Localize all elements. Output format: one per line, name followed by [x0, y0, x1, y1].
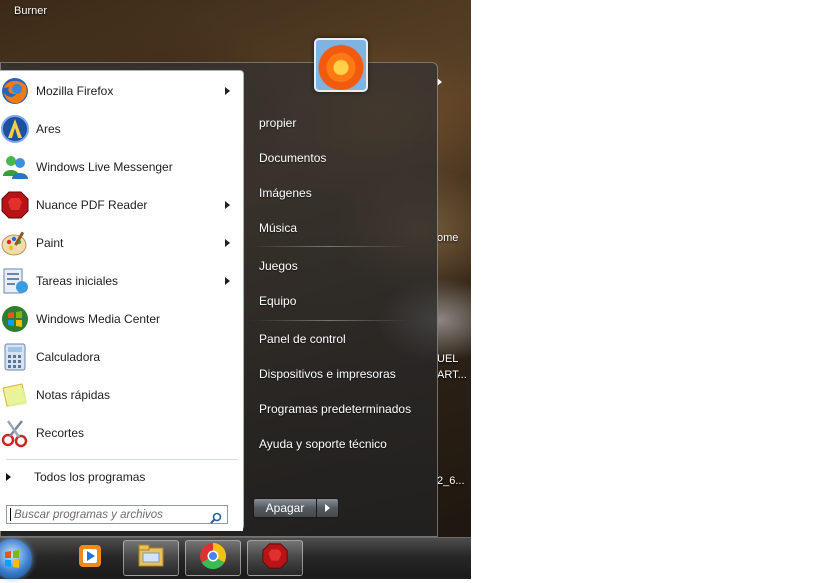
program-label: Ares — [36, 122, 61, 136]
right-item-documents[interactable]: Documentos — [259, 151, 326, 165]
program-ares[interactable]: Ares — [0, 110, 242, 148]
all-programs-button[interactable]: Todos los programas — [0, 465, 242, 489]
program-snipping-tool[interactable]: Recortes — [0, 414, 242, 452]
search-placeholder: Buscar programas y archivos — [14, 508, 163, 521]
right-item-default-programs[interactable]: Programas predeterminados — [259, 402, 411, 416]
program-label: Recortes — [36, 426, 85, 440]
submenu-arrow-icon[interactable] — [225, 239, 230, 247]
user-picture[interactable] — [314, 38, 368, 92]
divider — [6, 459, 238, 460]
desktop-icon-label[interactable]: 2_6... — [437, 475, 465, 487]
program-media-center[interactable]: Windows Media Center — [0, 300, 242, 338]
shutdown-control: Apagar — [253, 498, 339, 518]
desktop-icon-label[interactable]: ART... — [437, 369, 467, 381]
right-item-music[interactable]: Música — [259, 221, 297, 235]
taskbar-media-player[interactable] — [62, 540, 118, 576]
program-label: Nuance PDF Reader — [36, 198, 148, 212]
all-programs-label: Todos los programas — [34, 470, 146, 484]
submenu-arrow-icon[interactable] — [225, 201, 230, 209]
media-player-icon — [76, 542, 104, 574]
program-label: Windows Media Center — [36, 312, 161, 326]
program-paint[interactable]: Paint — [0, 224, 242, 262]
program-list: Mozilla Firefox Ares Windows Live Messen… — [0, 70, 244, 531]
right-item-games[interactable]: Juegos — [259, 259, 298, 273]
right-item-pictures[interactable]: Imágenes — [259, 186, 312, 200]
start-orb[interactable] — [0, 539, 32, 579]
desktop-icon-label[interactable]: UEL — [437, 353, 458, 365]
firefox-icon — [0, 75, 31, 107]
taskbar-nuance-pdf[interactable] — [247, 540, 303, 576]
search-input[interactable]: Buscar programas y archivos — [6, 505, 228, 524]
shutdown-options-button[interactable] — [317, 498, 339, 518]
messenger-icon — [0, 151, 31, 183]
media-center-icon — [0, 303, 31, 335]
chevron-right-icon — [325, 504, 330, 512]
shutdown-button[interactable]: Apagar — [253, 498, 317, 518]
chrome-icon — [198, 541, 228, 575]
text-caret — [10, 508, 11, 521]
program-label: Notas rápidas — [36, 388, 111, 402]
divider — [250, 246, 408, 247]
submenu-arrow-icon[interactable] — [225, 277, 230, 285]
right-item-devices-printers[interactable]: Dispositivos e impresoras — [259, 367, 396, 381]
search-area: Buscar programas y archivos — [0, 495, 243, 531]
program-label: Windows Live Messenger — [36, 160, 173, 174]
file-explorer-icon — [136, 542, 166, 574]
program-messenger[interactable]: Windows Live Messenger — [0, 148, 242, 186]
program-calculator[interactable]: Calculadora — [0, 338, 242, 376]
paint-icon — [0, 227, 31, 259]
program-getting-started[interactable]: Tareas iniciales — [0, 262, 242, 300]
program-label: Paint — [36, 236, 64, 250]
search-icon[interactable] — [210, 509, 222, 528]
program-nuance-pdf[interactable]: Nuance PDF Reader — [0, 186, 242, 224]
calculator-icon — [0, 341, 31, 373]
divider — [250, 320, 408, 321]
snipping-tool-icon — [0, 417, 31, 449]
program-sticky-notes[interactable]: Notas rápidas — [0, 376, 242, 414]
right-item-help-support[interactable]: Ayuda y soporte técnico — [259, 437, 387, 451]
getting-started-icon — [0, 265, 31, 297]
ares-icon — [0, 113, 31, 145]
program-label: Tareas iniciales — [36, 274, 119, 288]
start-menu: Mozilla Firefox Ares Windows Live Messen… — [0, 38, 438, 537]
right-item-control-panel[interactable]: Panel de control — [259, 332, 346, 346]
taskbar — [0, 537, 471, 579]
play-arrow-icon — [6, 473, 11, 481]
right-item-user[interactable]: propier — [259, 116, 296, 130]
program-firefox[interactable]: Mozilla Firefox — [0, 72, 242, 110]
program-label: Mozilla Firefox — [36, 84, 114, 98]
taskbar-file-explorer[interactable] — [123, 540, 179, 576]
nuance-pdf-icon — [0, 189, 31, 221]
right-item-computer[interactable]: Equipo — [259, 294, 296, 308]
program-label: Calculadora — [36, 350, 101, 364]
taskbar-chrome[interactable] — [185, 540, 241, 576]
desktop-icon-label[interactable]: Burner — [14, 5, 47, 17]
desktop-icon-label[interactable]: ome — [437, 232, 458, 244]
nuance-pdf-icon — [261, 542, 289, 574]
sticky-notes-icon — [0, 379, 31, 411]
submenu-arrow-icon[interactable] — [225, 87, 230, 95]
